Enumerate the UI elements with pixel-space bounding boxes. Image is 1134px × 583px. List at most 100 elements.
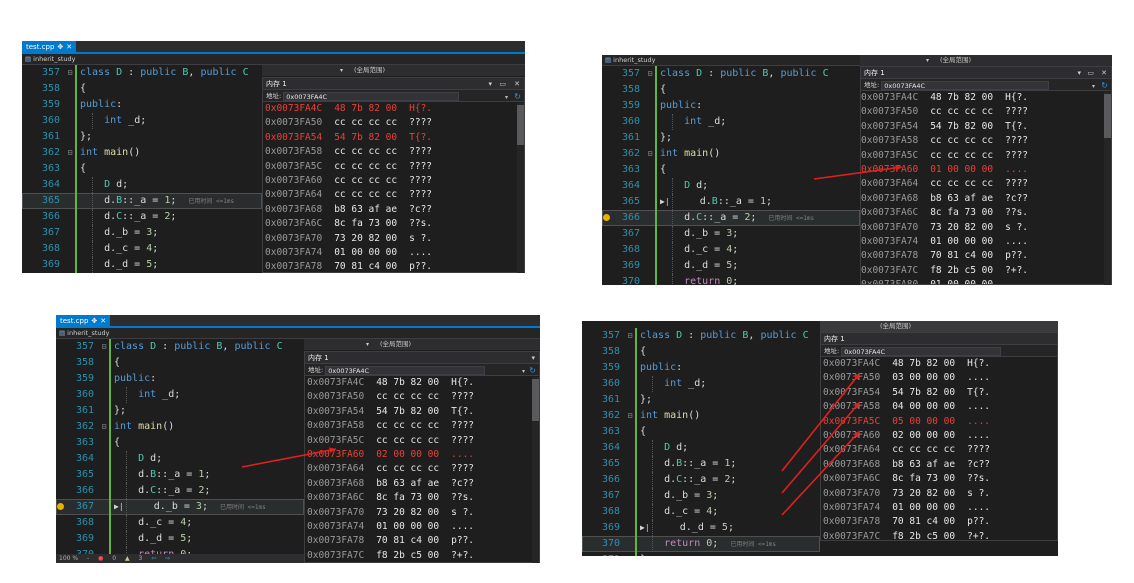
code-line-359[interactable]: 359 public: <box>582 360 820 376</box>
memory-row[interactable]: 0x0073FA78 70 81 c4 00 p??. <box>305 534 539 548</box>
memory-row[interactable]: 0x0073FA54 54 7b 82 00 T{?. <box>305 405 539 419</box>
code-line-365[interactable]: 365 d.B::_a = 1; 已用时间 <=1ms <box>22 193 262 209</box>
code-line-365[interactable]: 365 d.B::_a = 1; <box>582 456 820 472</box>
memory-row[interactable]: 0x0073FA50 cc cc cc cc???? <box>305 390 539 404</box>
memory-row[interactable]: 0x0073FA7C f8 2b c5 00 ?+?. <box>305 549 539 562</box>
code-line-362[interactable]: 362 ⊟ int main() <box>56 419 304 435</box>
code-line-357[interactable]: 357 ⊟ class D : public B, public C <box>582 328 820 344</box>
code-line-369[interactable]: 369 ▶| d._d = 5; <box>582 520 820 536</box>
fold-collapse-icon[interactable]: ⊟ <box>100 339 108 355</box>
fold-collapse-icon[interactable]: ⊟ <box>66 65 74 81</box>
memory-row[interactable]: 0x0073FA74 01 00 00 00.... <box>305 520 539 534</box>
code-line-359[interactable]: 359 public: <box>56 371 304 387</box>
memory-row[interactable]: 0x0073FA68 b8 63 af ae ?c?? <box>305 477 539 491</box>
scrollbar-thumb[interactable] <box>532 379 539 421</box>
code-line-367[interactable]: 367 d._b = 3; <box>602 226 860 242</box>
code-line-357[interactable]: 357 ⊟ class D : public B, public C <box>22 65 262 81</box>
code-editor-2[interactable]: 357 ⊟ class D : public B, public C 358 {359 p… <box>602 66 860 285</box>
tab-test-cpp-3[interactable]: test.cpp ✥ ✕ <box>56 315 111 328</box>
code-line-369[interactable]: 369 d._d = 5; <box>22 257 262 273</box>
chevron-down-icon[interactable]: ▾ <box>531 352 535 364</box>
code-editor-1[interactable]: 357 ⊟ class D : public B, public C 358 {359 p… <box>22 65 262 273</box>
memory-row[interactable]: 0x0073FA5C cc cc cc cc???? <box>861 149 1111 163</box>
memory-row[interactable]: 0x0073FA58 04 00 00 00.... <box>821 400 1057 414</box>
chevron-down-icon[interactable]: ▾ <box>340 65 343 76</box>
memory-row[interactable]: 0x0073FA70 73 20 82 00 s ?. <box>861 221 1111 235</box>
code-line-366[interactable]: 366 d.C::_a = 2; <box>582 472 820 488</box>
memory-row[interactable]: 0x0073FA64 cc cc cc cc???? <box>263 188 524 202</box>
address-input[interactable]: 0x0073FA4C <box>325 365 486 375</box>
memory-row[interactable]: 0x0073FA70 73 20 82 00 s ?. <box>305 506 539 520</box>
memory-row[interactable]: 0x0073FA60 cc cc cc cc???? <box>263 174 524 188</box>
memory-row[interactable]: 0x0073FA5C 05 00 00 00.... <box>821 415 1057 429</box>
chevron-down-icon[interactable]: ▾ <box>366 339 369 350</box>
minimize-icon[interactable]: ▾ <box>1077 67 1081 79</box>
memory-row[interactable]: 0x0073FA5C cc cc cc cc???? <box>305 434 539 448</box>
scrollbar-thumb[interactable] <box>517 105 524 145</box>
code-line-363[interactable]: 363 { <box>22 161 262 177</box>
warning-icon[interactable]: ▲ <box>125 554 130 563</box>
maximize-icon[interactable]: ▭ <box>1087 67 1094 79</box>
memory-row[interactable]: 0x0073FA54 54 7b 82 00 T{?. <box>861 120 1111 134</box>
memory-row[interactable]: 0x0073FA50 03 00 00 00.... <box>821 371 1057 385</box>
memory-row[interactable]: 0x0073FA64 cc cc cc cc???? <box>305 462 539 476</box>
code-line-358[interactable]: 358 { <box>582 344 820 360</box>
memory-row[interactable]: 0x0073FA78 70 81 c4 00 p??. <box>861 249 1111 263</box>
minimize-icon[interactable]: ▾ <box>488 78 492 90</box>
memory-row[interactable]: 0x0073FA74 01 00 00 00.... <box>861 235 1111 249</box>
memory-scrollbar-1[interactable] <box>517 103 524 273</box>
close-icon[interactable]: ✕ <box>66 43 72 51</box>
memory-row[interactable]: 0x0073FA64 cc cc cc cc???? <box>821 443 1057 457</box>
memory-row[interactable]: 0x0073FA74 01 00 00 00.... <box>821 501 1057 515</box>
code-line-365[interactable]: 365 d.B::_a = 1; <box>56 467 304 483</box>
memory-row[interactable]: 0x0073FA6C 8c fa 73 00 ??s. <box>263 217 524 231</box>
code-line-357[interactable]: 357 ⊟ class D : public B, public C <box>602 66 860 82</box>
chevron-down-icon[interactable]: ▾ <box>926 55 929 66</box>
code-line-364[interactable]: 364 D d; <box>22 177 262 193</box>
memory-row[interactable]: 0x0073FA70 73 20 82 00 s ?. <box>821 487 1057 501</box>
code-line-363[interactable]: 363 { <box>602 162 860 178</box>
code-line-363[interactable]: 363 { <box>582 424 820 440</box>
memory-row[interactable]: 0x0073FA50 cc cc cc cc???? <box>263 116 524 130</box>
code-line-369[interactable]: 369 d._d = 5; <box>602 258 860 274</box>
code-line-368[interactable]: 368 d._c = 4; <box>602 242 860 258</box>
fold-collapse-icon[interactable]: ⊟ <box>66 145 74 161</box>
scrollbar-thumb[interactable] <box>1104 94 1111 138</box>
code-line-370[interactable]: 370 return 0; <box>602 274 860 285</box>
code-line-364[interactable]: 364 D d; <box>56 451 304 467</box>
memory-row[interactable]: 0x0073FA7C f8 2b c5 00 ?+?. <box>821 530 1057 540</box>
memory-row[interactable]: 0x0073FA78 70 81 c4 00 p??. <box>821 515 1057 529</box>
code-line-358[interactable]: 358 { <box>56 355 304 371</box>
code-line-361[interactable]: 361}; <box>602 130 860 146</box>
error-icon[interactable]: ● <box>98 554 103 563</box>
code-line-370[interactable]: 370 return 0; 已用时间 <=1ms <box>582 536 820 552</box>
code-line-357[interactable]: 357 ⊟ class D : public B, public C <box>56 339 304 355</box>
code-line-362[interactable]: 362 ⊟ int main() <box>22 145 262 161</box>
pin-icon[interactable]: ✥ <box>91 317 97 325</box>
memory-row[interactable]: 0x0073FA68 b8 63 af ae ?c?? <box>821 458 1057 472</box>
memory-row[interactable]: 0x0073FA54 54 7b 82 00 T{?. <box>263 131 524 145</box>
code-editor-3[interactable]: 357 ⊟ class D : public B, public C 358 {359 p… <box>56 339 304 554</box>
maximize-icon[interactable]: ▭ <box>499 78 506 90</box>
breakpoint-icon[interactable] <box>57 503 65 511</box>
memory-row[interactable]: 0x0073FA5C cc cc cc cc???? <box>263 160 524 174</box>
code-line-367[interactable]: 367 d._b = 3; <box>22 225 262 241</box>
code-line-369[interactable]: 369 d._d = 5; <box>56 531 304 547</box>
code-line-358[interactable]: 358 { <box>602 82 860 98</box>
address-input[interactable]: 0x0073FA4C <box>841 346 1002 356</box>
code-line-359[interactable]: 359 public: <box>602 98 860 114</box>
code-line-366[interactable]: 366 d.C::_a = 2; 已用时间 <=1ms <box>602 210 860 226</box>
memory-row[interactable]: 0x0073FA4C 48 7b 82 00 H{?. <box>821 357 1057 371</box>
navigate-forward-icon[interactable]: ⇨ <box>165 554 170 563</box>
memory-row[interactable]: 0x0073FA60 02 00 00 00.... <box>305 448 539 462</box>
tab-test-cpp-1[interactable]: test.cpp ✥ ✕ <box>22 41 77 54</box>
code-line-360[interactable]: 360 int _d; <box>56 387 304 403</box>
memory-scrollbar-3[interactable] <box>532 377 539 563</box>
code-line-363[interactable]: 363 { <box>56 435 304 451</box>
memory-row[interactable]: 0x0073FA80 01 00 00 00.... <box>861 278 1111 284</box>
code-line-368[interactable]: 368 d._c = 4; <box>22 241 262 257</box>
fold-collapse-icon[interactable]: ⊟ <box>646 66 654 82</box>
memory-row[interactable]: 0x0073FA58 cc cc cc cc???? <box>861 134 1111 148</box>
code-line-362[interactable]: 362 ⊟ int main() <box>582 408 820 424</box>
memory-row[interactable]: 0x0073FA4C 48 7b 82 00 H{?. <box>861 91 1111 105</box>
